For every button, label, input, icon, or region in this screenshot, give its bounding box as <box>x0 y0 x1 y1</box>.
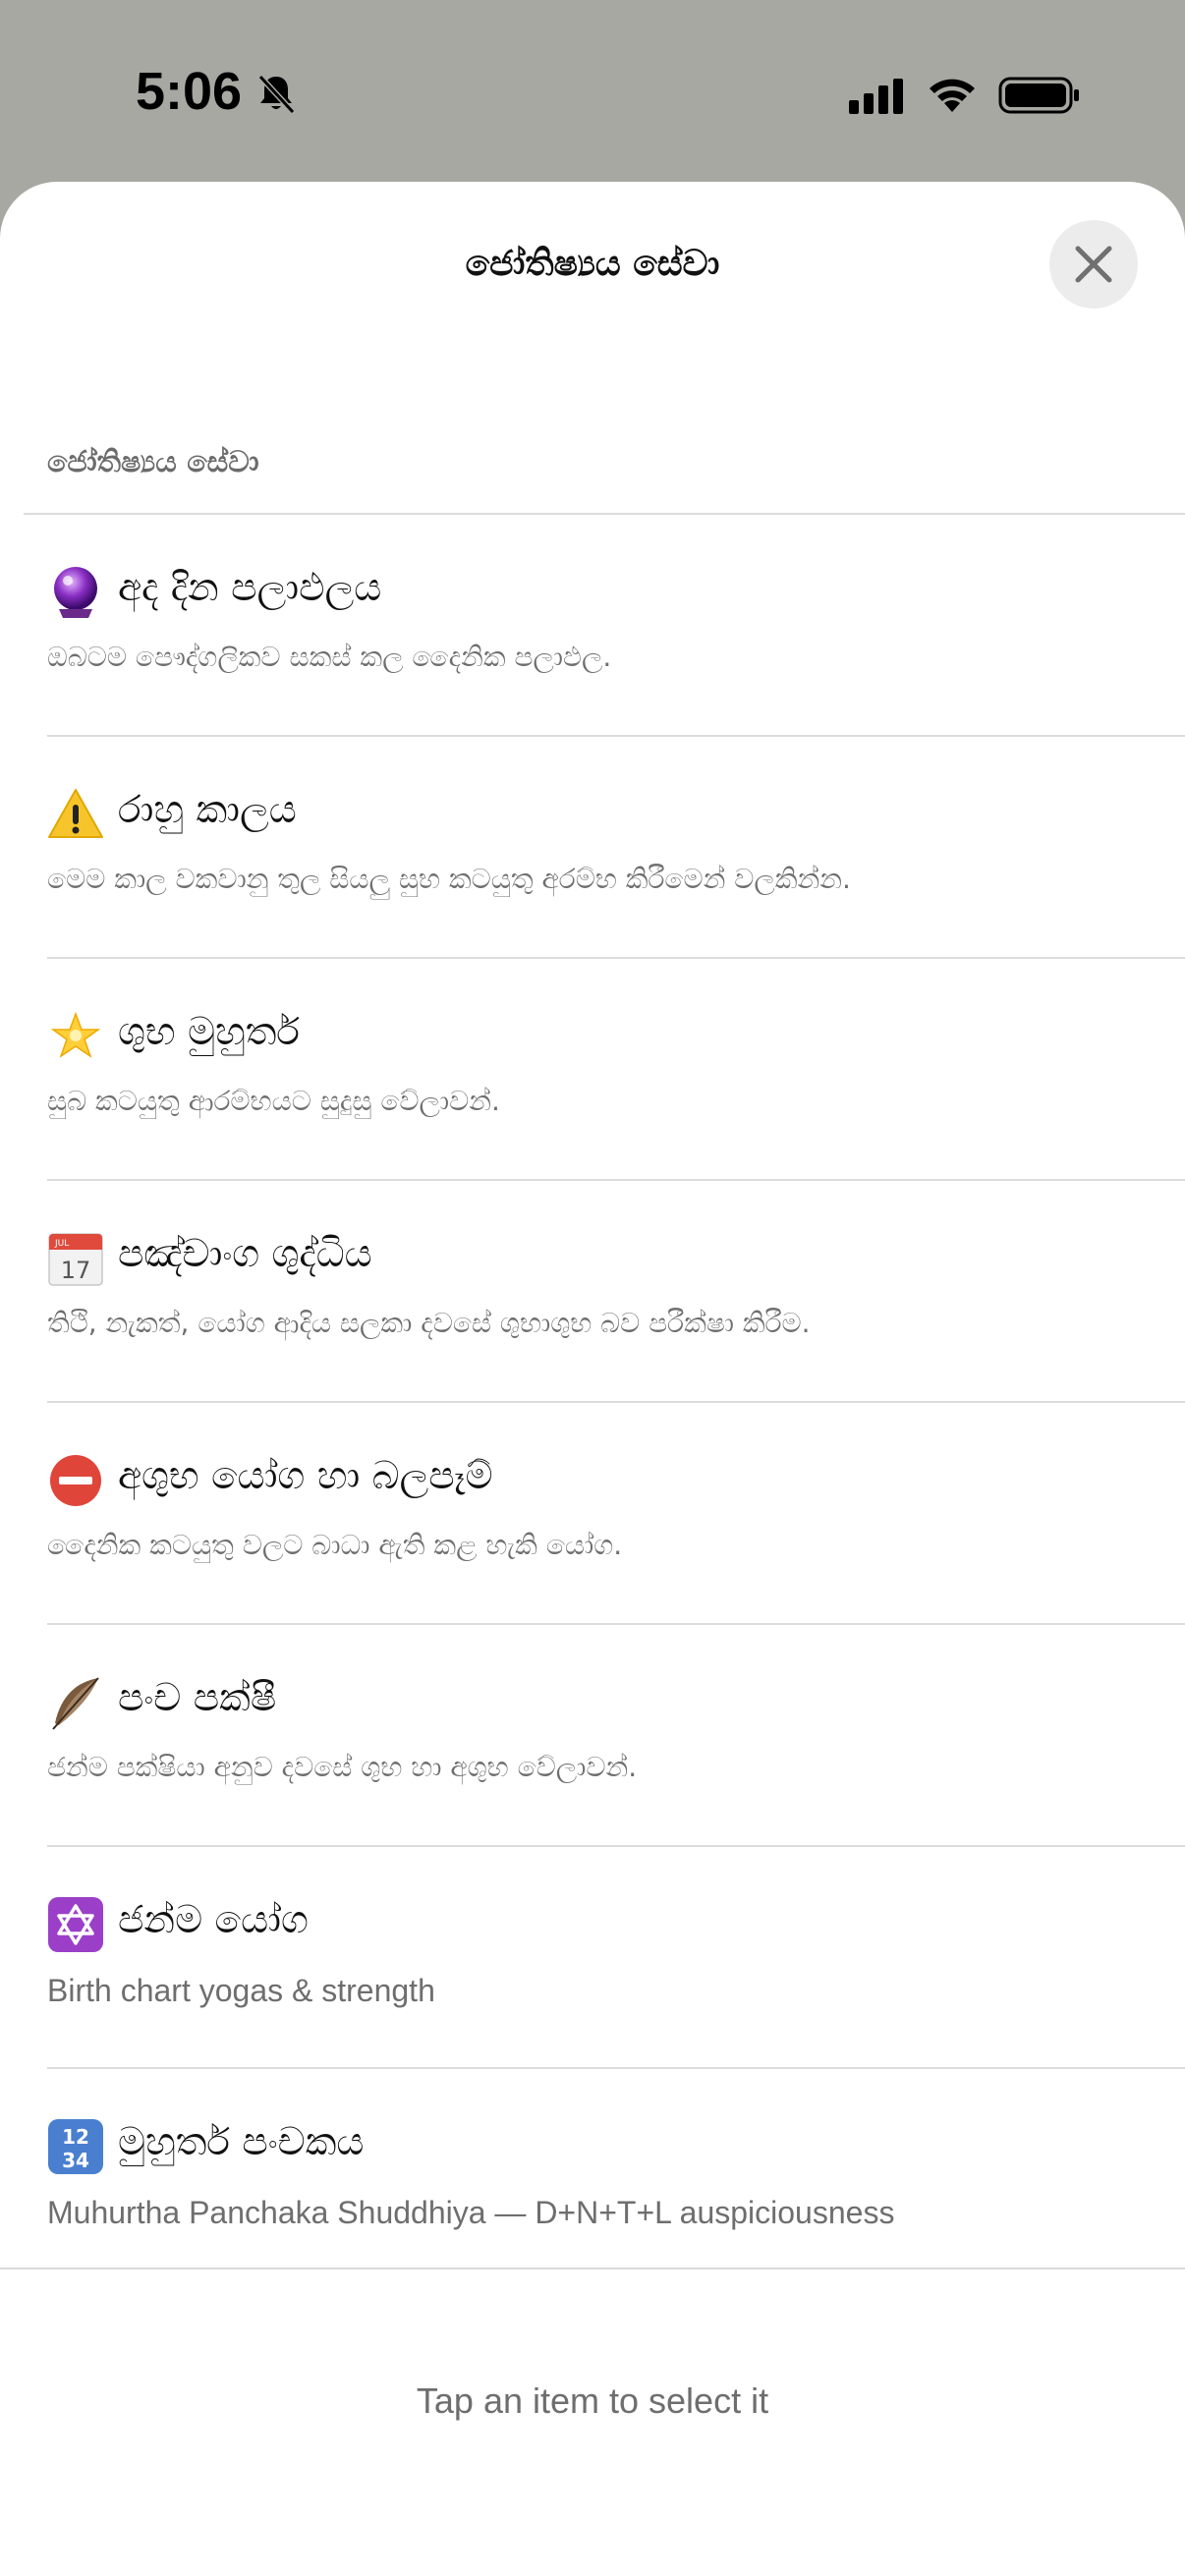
crystal-ball-icon <box>54 567 97 618</box>
section-header: ජෝතිෂ්‍යය සේවා <box>47 445 259 479</box>
bottom-sheet: ජෝතිෂ්‍යය සේවා ජෝතිෂ්‍යය සේවා <box>0 182 1185 2576</box>
divider <box>0 2268 1185 2269</box>
list-item-panchanga-shuddhiya[interactable]: JUL 17 පඤ්චාංග ශුද්ධිය තිථි, නැකත්, යෝග … <box>0 1181 1185 1403</box>
glowing-star-icon <box>50 1011 101 1058</box>
item-subtitle: මෙම කාල වකවානු තුල සියලු සුභ කටයුතු අරම්… <box>47 863 851 895</box>
list-item-janma-yoga[interactable]: ජන්ම යෝග Birth chart yogas & strength <box>0 1847 1185 2069</box>
list-item-subha-muhurtha[interactable]: ශුභ මුහුර්ත සුබ කටයුතු ආරම්භයට සුදුසු වේ… <box>0 959 1185 1181</box>
number-keys-icon: 12 34 <box>48 2119 103 2174</box>
list-item-ashubha-yoga[interactable]: අශුභ යෝග හා බලපෑම් දෛනික කටයුතු වලට බාධා… <box>0 1403 1185 1625</box>
item-title: ශුභ මුහුර්ත <box>118 1010 300 1054</box>
item-subtitle: දෛනික කටයුතු වලට බාධා ඇති කළ හැකි යෝග. <box>47 1529 623 1561</box>
services-list: අද දින පලාඵලය ඔබටම පෞද්ගලිකව සකස් කල දෛන… <box>0 515 1185 2269</box>
list-item-rahu-kalaya[interactable]: රාහු කාලය මෙම කාල වකවානු තුල සියලු සුභ ක… <box>0 737 1185 959</box>
item-subtitle: තිථි, නැකත්, යෝග ආදිය සලකා දවසේ ශුභාශුභ … <box>47 1307 811 1339</box>
item-title: ජන්ම යෝග <box>118 1898 309 1942</box>
item-subtitle: සුබ කටයුතු ආරම්භයට සුදුසු වේලාවන්. <box>47 1085 500 1117</box>
warning-icon <box>48 789 103 838</box>
status-bar: 5:06 <box>0 0 1185 182</box>
close-button[interactable] <box>1049 220 1138 308</box>
calendar-icon: JUL 17 <box>48 1233 103 1286</box>
star-of-david-icon <box>48 1897 103 1952</box>
item-title: අශුභ යෝග හා බලපෑම් <box>118 1454 493 1498</box>
battery-icon <box>998 77 1079 114</box>
item-title: රාහු කාලය <box>118 788 297 832</box>
sheet-title: ජෝතිෂ්‍යය සේවා <box>465 244 720 284</box>
item-subtitle: ජන්ම පක්ෂියා අනුව දවසේ ශුභ හා අශුභ වේලාව… <box>47 1751 638 1783</box>
list-item-daily-horoscope[interactable]: අද දින පලාඵලය ඔබටම පෞද්ගලිකව සකස් කල දෛන… <box>0 515 1185 737</box>
list-item-muhurtha-panchakaya[interactable]: 12 34 මුහුර්ත පංචකය Muhurtha Panchaka Sh… <box>0 2069 1185 2269</box>
item-subtitle: Muhurtha Panchaka Shuddhiya — D+N+T+L au… <box>47 2195 895 2230</box>
item-title: අද දින පලාඵලය <box>118 566 382 610</box>
svg-text:JUL: JUL <box>54 1239 69 1249</box>
svg-text:34: 34 <box>62 2149 89 2172</box>
item-subtitle: ඔබටම පෞද්ගලිකව සකස් කල දෛනික පලාඵල. <box>47 641 612 673</box>
bell-slash-icon <box>257 74 296 115</box>
item-title: මුහුර්ත පංචකය <box>118 2120 365 2164</box>
wifi-icon <box>930 79 975 112</box>
cellular-signal-icon <box>849 79 903 114</box>
close-icon <box>1075 246 1112 283</box>
item-subtitle: Birth chart yogas & strength <box>47 1973 435 2008</box>
svg-text:12: 12 <box>62 2125 89 2149</box>
item-title: පඤ්චාංග ශුද්ධිය <box>118 1232 372 1276</box>
no-entry-icon <box>50 1455 101 1506</box>
list-item-pancha-pakshi[interactable]: පංච පක්ෂී ජන්ම පක්ෂියා අනුව දවසේ ශුභ හා … <box>0 1625 1185 1847</box>
footer-hint: Tap an item to select it <box>416 2380 769 2421</box>
svg-text:17: 17 <box>61 1257 91 1284</box>
status-time: 5:06 <box>136 62 243 121</box>
feather-icon <box>52 1677 99 1730</box>
item-title: පංච පක්ෂී <box>118 1676 277 1720</box>
